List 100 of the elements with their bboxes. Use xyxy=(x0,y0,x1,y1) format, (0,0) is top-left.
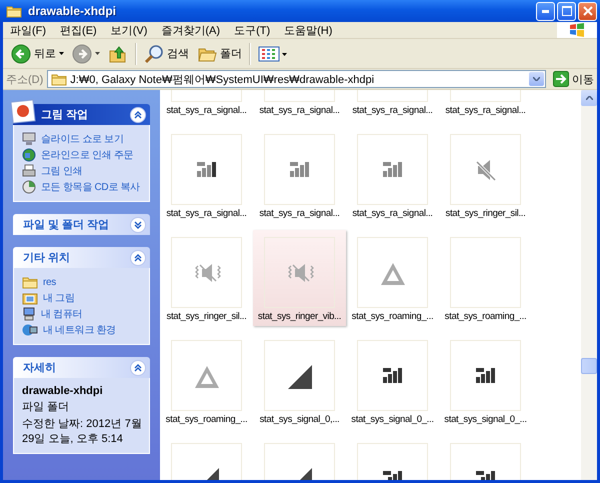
file-item[interactable]: stat_sys_ra_signal... xyxy=(253,127,346,223)
globe-icon xyxy=(22,148,36,162)
close-button[interactable] xyxy=(578,2,597,20)
go-arrow-icon xyxy=(553,71,569,87)
scroll-thumb[interactable] xyxy=(581,358,597,374)
task-link[interactable]: 온라인으로 인쇄 주문 xyxy=(22,148,134,162)
file-item[interactable]: stat_sys_roaming_... xyxy=(346,230,439,326)
file-name: stat_sys_signal_0_... xyxy=(444,414,527,425)
disc-icon xyxy=(22,180,36,194)
signal-bars-icon xyxy=(383,162,402,177)
file-item[interactable]: stat_sys_ra_signal... xyxy=(253,90,346,120)
collapse-icon xyxy=(130,106,146,122)
flag-logo-icon xyxy=(569,23,585,37)
close-icon xyxy=(582,6,592,16)
file-name: stat_sys_ringer_sil... xyxy=(166,311,246,322)
minimize-icon xyxy=(541,10,550,12)
file-item[interactable]: stat_sys_signal_0_... xyxy=(346,333,439,429)
file-name: stat_sys_ra_signal... xyxy=(259,208,340,219)
caret-icon xyxy=(95,52,100,55)
signal-bars-icon xyxy=(197,162,216,177)
file-item[interactable]: stat_sys_ra_signal... xyxy=(346,127,439,223)
file-item[interactable]: stat_sys_ringer_vib... xyxy=(253,230,346,326)
collapse-icon xyxy=(130,360,146,376)
task-link[interactable]: res xyxy=(22,275,56,289)
wedge-icon xyxy=(288,365,312,389)
scroll-up-button[interactable] xyxy=(581,90,597,106)
task-link[interactable]: 슬라이드 쇼로 보기 xyxy=(22,132,124,146)
address-path: J:₩0, Galaxy Note₩펌웨어₩SystemUI₩res₩drawable-xhdpi xyxy=(70,72,376,86)
menu-item[interactable]: 도움말(H) xyxy=(277,22,340,38)
network-icon xyxy=(22,323,38,337)
back-button[interactable]: 뒤로 xyxy=(7,40,68,66)
menu-item[interactable]: 즐겨찾기(A) xyxy=(154,22,228,38)
triangle-icon xyxy=(381,263,405,285)
signal-bars-icon xyxy=(476,368,495,383)
minimize-button[interactable] xyxy=(536,2,555,20)
file-item[interactable]: stat_sys_ra_signal... xyxy=(439,90,532,120)
file-name: stat_sys_ra_signal... xyxy=(166,208,247,219)
file-item[interactable]: stat_sys_signal_0_... xyxy=(439,333,532,429)
task-link[interactable]: 내 컴퓨터 xyxy=(22,307,82,321)
go-button[interactable]: 이동 xyxy=(550,71,597,87)
pictures-folder-icon xyxy=(22,291,38,305)
file-item[interactable]: stat_sys_ringer_sil... xyxy=(439,127,532,223)
maximize-icon xyxy=(562,6,572,16)
collapse-icon xyxy=(130,250,146,266)
menu-item[interactable]: 편집(E) xyxy=(53,22,104,38)
vibrate-icon xyxy=(195,264,221,282)
detail-type: 파일 폴더 xyxy=(22,400,70,414)
maximize-button[interactable] xyxy=(557,2,576,20)
expand-icon xyxy=(130,216,146,232)
signal-bars-icon xyxy=(290,162,309,177)
detail-name: drawable-xhdpi xyxy=(22,385,104,397)
folder-up-icon xyxy=(108,44,128,64)
caret-icon xyxy=(586,96,592,100)
triangle-icon xyxy=(195,366,219,388)
address-field[interactable]: J:₩0, Galaxy Note₩펌웨어₩SystemUI₩res₩drawable-xhdpi xyxy=(47,70,546,88)
signal-bars-icon xyxy=(476,471,495,480)
task-link[interactable]: 내 그림 xyxy=(22,291,75,305)
dropdown-button[interactable] xyxy=(529,72,544,86)
computer-icon xyxy=(22,307,36,321)
caret-icon xyxy=(59,52,64,55)
file-name: stat_sys_roaming_... xyxy=(352,311,434,322)
folders-button[interactable]: 폴더 xyxy=(193,40,246,66)
file-item[interactable]: stat_sys_roaming_... xyxy=(160,333,253,429)
file-name: stat_sys_ringer_vib... xyxy=(258,311,342,322)
file-name: stat_sys_ra_signal... xyxy=(259,105,340,116)
printer-icon xyxy=(22,164,36,178)
vibrate-icon xyxy=(288,264,314,282)
search-button[interactable]: 검색 xyxy=(140,40,193,66)
panel-header[interactable]: 기타 위치 xyxy=(13,247,150,268)
file-name: stat_sys_roaming_... xyxy=(166,414,248,425)
task-link[interactable]: 모든 항목을 CD로 복사 xyxy=(22,180,140,194)
file-name: stat_sys_ra_signal... xyxy=(352,105,433,116)
menu-item[interactable]: 도구(T) xyxy=(227,22,278,38)
search-icon xyxy=(144,44,164,64)
signal-bars-icon xyxy=(383,368,402,383)
file-name: stat_sys_ringer_sil... xyxy=(446,208,526,219)
file-item[interactable]: stat_sys_roaming_... xyxy=(439,230,532,326)
signal-bars-icon xyxy=(383,471,402,480)
scrollbar[interactable] xyxy=(581,90,597,480)
file-item[interactable]: stat_sys_ringer_sil... xyxy=(160,230,253,326)
file-item[interactable]: stat_sys_signal_0,... xyxy=(253,333,346,429)
file-name: stat_sys_ra_signal... xyxy=(352,208,433,219)
file-name: stat_sys_signal_0_... xyxy=(351,414,434,425)
task-link[interactable]: 내 네트워크 환경 xyxy=(22,323,116,337)
view-grid-icon xyxy=(258,44,288,62)
panel-header[interactable]: 자세히 xyxy=(13,357,150,378)
file-item[interactable]: stat_sys_ra_signal... xyxy=(160,90,253,120)
file-item[interactable]: stat_sys_ra_signal... xyxy=(346,90,439,120)
window-title: drawable-xhdpi xyxy=(28,4,118,18)
task-link[interactable]: 그림 인쇄 xyxy=(22,164,82,178)
menu-item[interactable]: 파일(F) xyxy=(3,22,54,38)
file-name: stat_sys_roaming_... xyxy=(444,311,526,322)
file-item[interactable]: stat_sys_ra_signal... xyxy=(160,127,253,223)
folder-icon xyxy=(51,72,68,86)
detail-date: 수정한 날짜: 2012년 7월 29일 오늘, 오후 5:14 xyxy=(22,417,143,446)
menu-item[interactable]: 보기(V) xyxy=(104,22,154,38)
monitor-icon xyxy=(22,132,36,146)
folder-icon xyxy=(22,275,38,289)
panel-header[interactable]: 파일 및 폴더 작업 xyxy=(13,214,150,235)
file-name: stat_sys_signal_0,... xyxy=(260,414,340,425)
